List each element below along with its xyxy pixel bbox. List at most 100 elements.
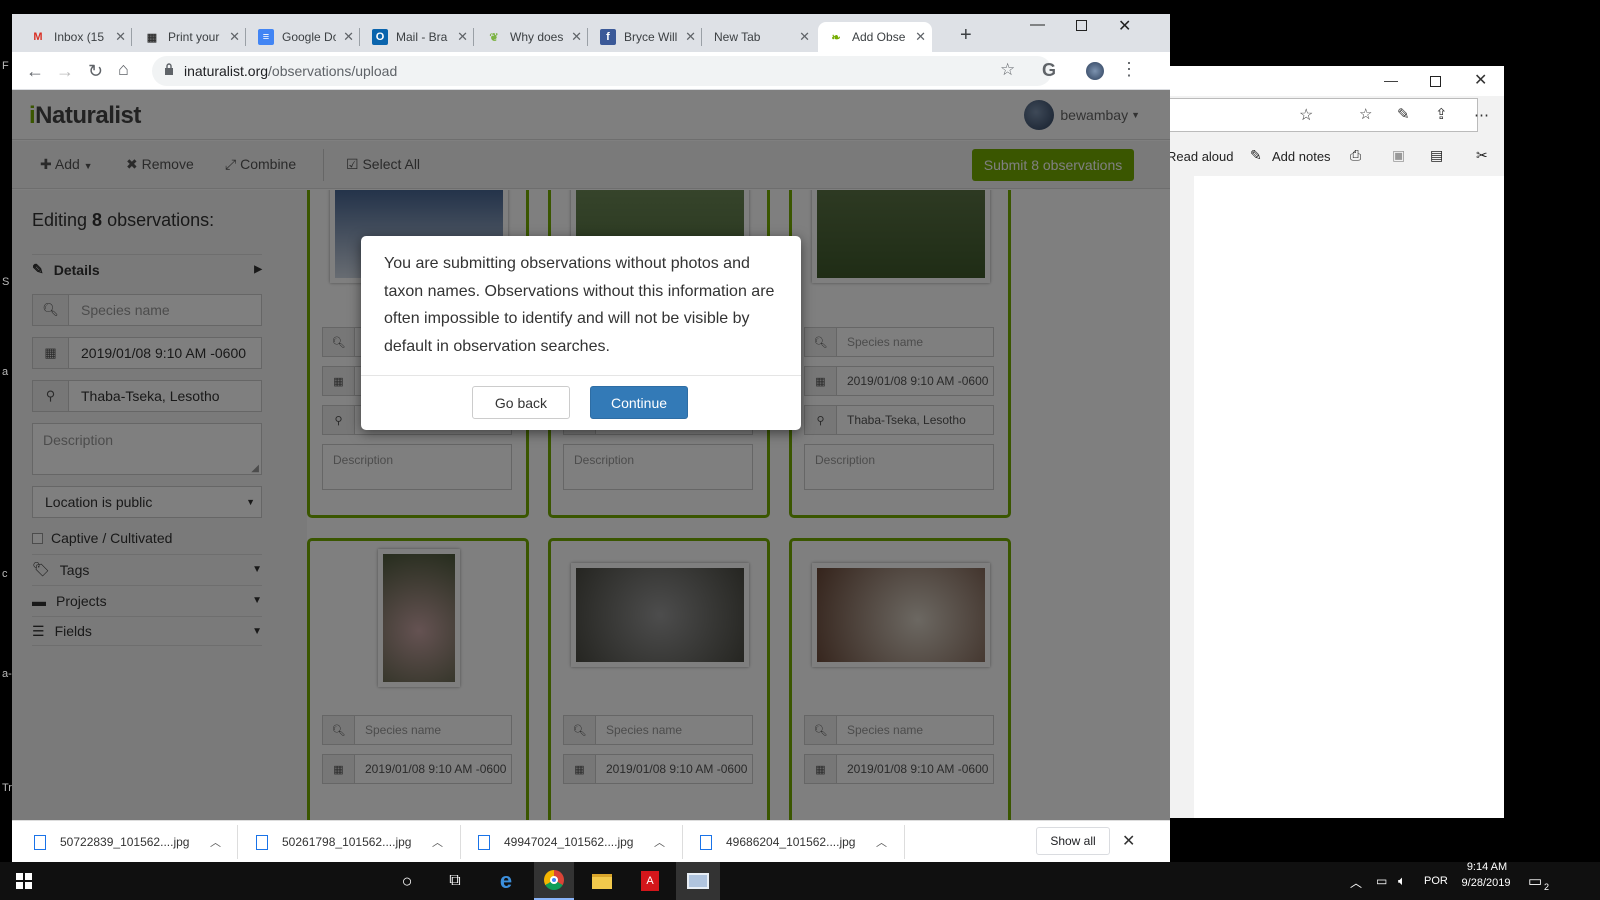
pen-icon: ✎ <box>1250 147 1262 163</box>
close-icon[interactable]: ✕ <box>1118 16 1131 36</box>
close-tab-icon[interactable]: ✕ <box>115 29 126 45</box>
minimize-icon[interactable]: — <box>1384 72 1398 88</box>
new-tab-icon[interactable]: + <box>960 24 972 47</box>
tab-strip: M Inbox (15 ✕ ▦ Print your ✕ ≡ Google Do… <box>12 14 1170 52</box>
pin-icon[interactable]: ✂ <box>1476 147 1488 164</box>
windows-start-icon[interactable] <box>6 862 42 900</box>
close-tab-icon[interactable]: ✕ <box>915 29 926 45</box>
menu-dots-icon[interactable]: ⋮ <box>1120 59 1138 80</box>
close-tab-icon[interactable]: ✕ <box>229 29 240 45</box>
google-account-icon[interactable]: G <box>1042 60 1056 81</box>
inat-page: iNaturalist bewambay ▼ ✚ Add ▼ ✖ Remove … <box>12 90 1170 820</box>
favorites-icon[interactable]: ☆ <box>1359 105 1372 123</box>
star-icon[interactable]: ☆ <box>1299 105 1313 125</box>
pdf-icon[interactable]: ▤ <box>1430 147 1443 164</box>
profile-avatar-icon[interactable] <box>1086 62 1104 80</box>
chevron-up-icon[interactable]: ︿ <box>1350 874 1362 891</box>
clock-date[interactable]: 9/28/2019 <box>1456 877 1516 889</box>
desktop-fragment: Tr <box>2 782 12 794</box>
download-item[interactable]: 49947024_101562....jpg ︿ <box>478 821 678 862</box>
tab-label: Inbox (15 <box>54 30 105 44</box>
save-icon[interactable]: ▣ <box>1392 147 1405 164</box>
modal-backdrop[interactable] <box>12 90 1170 820</box>
volume-icon[interactable]: 🔈︎ <box>1398 873 1406 889</box>
edge-titlebar: — ✕ <box>1148 66 1504 96</box>
edge-reading-toolbar: A) Read aloud ✎ Add notes ⎙ ▣ ▤ ✂ <box>1148 138 1504 174</box>
confirm-submit-modal: You are submitting observations without … <box>361 236 801 430</box>
language-indicator[interactable]: POR <box>1424 875 1448 887</box>
tab-new-tab[interactable]: New Tab ✕ <box>704 22 816 52</box>
edge-app-icon[interactable]: e <box>486 862 526 900</box>
modal-message: You are submitting observations without … <box>384 255 775 355</box>
show-all-downloads-button[interactable]: Show all <box>1036 827 1110 855</box>
file-icon <box>34 834 46 850</box>
download-item[interactable]: 50261798_101562....jpg ︿ <box>256 821 456 862</box>
add-notes-button[interactable]: Add notes <box>1272 149 1331 164</box>
tab-print[interactable]: ▦ Print your ✕ <box>134 22 246 52</box>
tab-label: Google Do <box>282 30 336 44</box>
download-item[interactable]: 49686204_101562....jpg ︿ <box>700 821 900 862</box>
bookmark-star-icon[interactable]: ☆ <box>1000 60 1015 80</box>
continue-button[interactable]: Continue <box>590 386 688 419</box>
chevron-up-icon[interactable]: ︿ <box>210 834 221 850</box>
clock-time[interactable]: 9:14 AM <box>1462 861 1512 873</box>
address-bar[interactable]: inaturalist.org/observations/upload ☆ <box>152 56 1052 86</box>
outlook-icon: O <box>372 29 388 45</box>
go-back-button[interactable]: Go back <box>472 386 570 419</box>
maximize-icon[interactable] <box>1430 76 1441 87</box>
close-shelf-icon[interactable]: ✕ <box>1122 831 1135 851</box>
forward-icon[interactable]: → <box>56 61 74 82</box>
pen-icon[interactable]: ✎ <box>1397 105 1410 123</box>
more-icon[interactable]: ⋯ <box>1474 106 1489 124</box>
home-icon[interactable]: ⌂ <box>118 59 129 80</box>
docs-icon: ≡ <box>258 29 274 45</box>
chevron-up-icon[interactable]: ︿ <box>654 834 665 850</box>
reload-icon[interactable]: ↻ <box>88 61 103 82</box>
close-tab-icon[interactable]: ✕ <box>799 29 810 45</box>
tab-mail[interactable]: O Mail - Bra ✕ <box>362 22 474 52</box>
remote-desktop-icon[interactable] <box>676 862 720 900</box>
close-tab-icon[interactable]: ✕ <box>571 29 582 45</box>
file-explorer-icon[interactable] <box>582 862 622 900</box>
inat-leaf-icon: ❧ <box>831 31 841 44</box>
back-icon[interactable]: ← <box>26 61 44 82</box>
edge-content <box>1194 176 1504 818</box>
notifications-icon[interactable]: ▭ <box>1528 872 1542 890</box>
close-tab-icon[interactable]: ✕ <box>343 29 354 45</box>
read-aloud-button[interactable]: Read aloud <box>1167 149 1234 164</box>
chrome-window: M Inbox (15 ✕ ▦ Print your ✕ ≡ Google Do… <box>12 14 1170 862</box>
desktop-fragment: F <box>2 60 9 72</box>
chrome-app-icon[interactable] <box>534 862 574 900</box>
leaf-icon: ❦ <box>489 31 499 44</box>
tab-why-does[interactable]: ❦ Why does ✕ <box>476 22 588 52</box>
chevron-up-icon[interactable]: ︿ <box>876 834 887 850</box>
task-view-icon[interactable]: ⧉ <box>438 862 472 900</box>
maximize-icon[interactable] <box>1076 20 1087 31</box>
notification-count: 2 <box>1544 882 1550 892</box>
tab-add-observations[interactable]: ❧ Add Obse ✕ <box>818 22 932 52</box>
file-icon <box>256 834 268 850</box>
minimize-icon[interactable]: — <box>1030 16 1045 33</box>
lock-icon <box>165 63 173 75</box>
desktop-fragment: c <box>2 568 8 580</box>
tab-inbox[interactable]: M Inbox (15 ✕ <box>20 22 132 52</box>
tab-label: Why does <box>510 30 564 44</box>
close-tab-icon[interactable]: ✕ <box>457 29 468 45</box>
desktop-fragment: a <box>2 366 9 378</box>
acrobat-icon[interactable]: A <box>630 862 670 900</box>
file-icon <box>478 834 490 850</box>
cortana-icon[interactable]: ○ <box>390 862 424 900</box>
close-tab-icon[interactable]: ✕ <box>685 29 696 45</box>
desktop-fragment: a- <box>2 668 12 680</box>
edge-address-bar[interactable]: ☆ ☆ ✎ ⇪ <box>1148 98 1478 132</box>
print-icon[interactable]: ⎙ <box>1350 147 1361 164</box>
close-icon[interactable]: ✕ <box>1474 70 1487 90</box>
tab-google-docs[interactable]: ≡ Google Do ✕ <box>248 22 360 52</box>
chevron-up-icon[interactable]: ︿ <box>432 834 443 850</box>
battery-icon[interactable]: ▭ <box>1376 874 1387 888</box>
share-icon[interactable]: ⇪ <box>1435 105 1448 123</box>
windows-taskbar: ○ ⧉ e A ︿ ▭ 🔈︎ POR 9:14 AM 9/28/2019 ▭ 2 <box>0 861 1600 900</box>
download-item[interactable]: 50722839_101562....jpg ︿ <box>34 821 234 862</box>
tab-facebook[interactable]: f Bryce Will ✕ <box>590 22 702 52</box>
desktop-fragment: S <box>2 276 10 288</box>
